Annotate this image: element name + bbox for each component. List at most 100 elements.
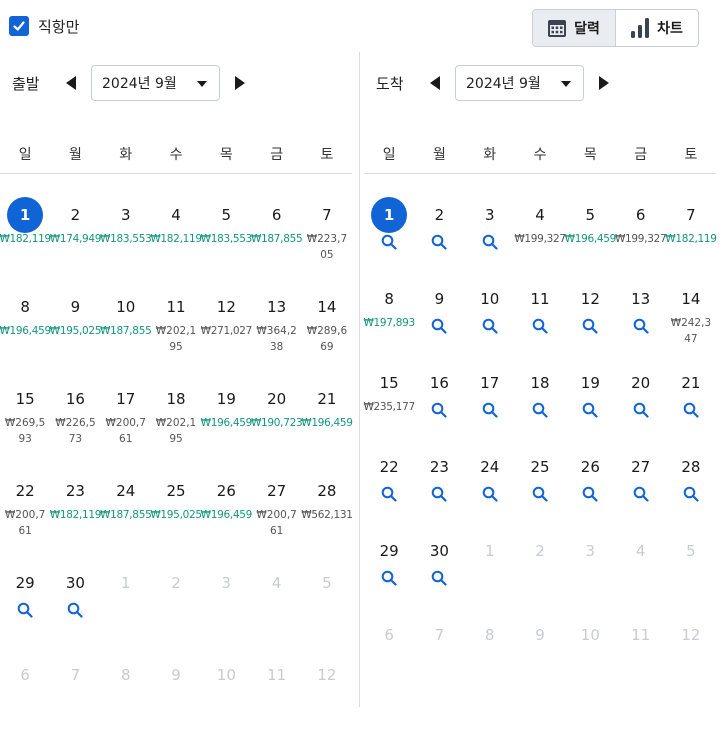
day-cell[interactable]: 24 ₩187,855 [100,473,152,565]
search-icon[interactable] [582,402,598,418]
day-cell[interactable]: 4 ₩199,327 [514,197,566,281]
day-cell[interactable]: 7 ₩182,119 [665,197,717,281]
search-icon[interactable] [482,402,498,418]
next-month-day-cell: 6 [0,657,50,749]
day-cell[interactable]: 5 ₩183,553 [201,197,253,289]
low-fare-price: ₩196,459 [200,509,253,521]
search-icon[interactable] [431,486,448,502]
prev-month-arrow-icon[interactable] [66,76,76,90]
day-cell[interactable]: 22 ₩200,761 [0,473,50,565]
day-cell[interactable]: 7 ₩223,705 [302,197,352,289]
search-icon[interactable] [633,318,649,334]
day-cell[interactable]: 10 [465,281,515,365]
direct-only-toggle[interactable]: 직항만 [9,16,79,36]
day-cell[interactable]: 10 ₩187,855 [100,289,152,381]
weekday-tue: 화 [119,147,133,163]
day-cell[interactable]: 14 ₩289,669 [302,289,352,381]
day-cell[interactable]: 20 [615,365,665,449]
day-cell[interactable]: 27 ₩200,761 [251,473,301,565]
search-icon[interactable] [17,602,33,618]
search-icon[interactable] [381,570,397,586]
search-icon[interactable] [67,602,84,618]
day-cell[interactable]: 15 ₩269,593 [0,381,50,473]
day-cell[interactable]: 27 [615,449,665,533]
next-month-arrow-icon[interactable] [235,76,245,90]
search-icon[interactable] [582,486,598,502]
day-cell[interactable]: 25 ₩195,025 [150,473,202,565]
day-cell[interactable]: 3 ₩183,553 [100,197,152,289]
search-icon[interactable] [482,486,498,502]
day-cell[interactable]: 6 ₩187,855 [251,197,303,289]
arrival-month-select[interactable]: 2024년 9월 [455,65,584,101]
day-cell[interactable]: 21 ₩196,459 [301,381,353,473]
next-month-arrow-icon[interactable] [599,76,609,90]
day-cell[interactable]: 3 [465,197,515,281]
day-cell[interactable]: 30 [50,565,100,657]
day-cell[interactable]: 15 ₩235,177 [363,365,415,449]
day-cell[interactable]: 29 [364,533,414,617]
search-icon[interactable] [532,318,548,334]
day-cell[interactable]: 21 [666,365,716,449]
search-icon[interactable] [431,402,448,418]
search-icon[interactable] [431,570,448,586]
day-cell[interactable]: 28 ₩562,131 [301,473,353,565]
search-icon[interactable] [482,234,498,250]
search-icon[interactable] [683,486,699,502]
day-cell[interactable]: 13 ₩364,238 [251,289,301,381]
day-cell[interactable]: 16 ₩226,573 [50,381,100,473]
search-icon[interactable] [482,318,498,334]
day-cell[interactable]: 5 ₩196,459 [565,197,617,281]
day-cell[interactable]: 17 ₩200,761 [101,381,151,473]
day-cell[interactable]: 2 [414,197,464,281]
day-cell[interactable]: 12 ₩271,027 [201,289,253,381]
search-icon[interactable] [633,402,649,418]
chart-view-button[interactable]: 차트 [616,10,698,46]
day-cell[interactable]: 28 [666,449,716,533]
search-icon[interactable] [381,234,397,250]
day-cell[interactable]: 13 [615,281,665,365]
departure-day-grid: 1 ₩182,119 2 ₩174,949 3 ₩183,553 4 ₩182,119 5 ₩18… [0,197,353,749]
day-cell[interactable]: 8 ₩197,893 [363,281,415,365]
search-icon[interactable] [582,318,598,334]
day-cell[interactable]: 14 ₩242,347 [666,281,716,365]
search-icon[interactable] [683,402,699,418]
day-cell[interactable]: 11 ₩202,195 [151,289,201,381]
day-cell[interactable]: 4 ₩182,119 [150,197,202,289]
day-cell[interactable]: 22 [364,449,414,533]
day-number: 12 [317,666,337,684]
day-cell[interactable]: 16 [414,365,464,449]
day-cell[interactable]: 17 [465,365,515,449]
day-cell[interactable]: 19 ₩196,459 [201,381,253,473]
day-cell[interactable]: 23 ₩182,119 [50,473,102,565]
direct-only-checkbox[interactable] [9,16,29,36]
day-cell[interactable]: 18 ₩202,195 [151,381,201,473]
day-cell[interactable]: 20 ₩190,723 [251,381,303,473]
day-cell[interactable]: 26 ₩196,459 [200,473,253,565]
day-cell[interactable]: 9 ₩195,025 [50,289,102,381]
search-icon[interactable] [532,402,548,418]
calendar-view-button[interactable]: 달력 [533,10,616,46]
day-cell[interactable]: 19 [565,365,615,449]
search-icon[interactable] [633,486,649,502]
departure-month-select[interactable]: 2024년 9월 [91,65,220,101]
search-icon[interactable] [431,318,448,334]
day-cell[interactable]: 2 ₩174,949 [50,197,102,289]
day-cell[interactable]: 25 [515,449,565,533]
prev-month-arrow-icon[interactable] [430,76,440,90]
day-cell[interactable]: 24 [465,449,515,533]
day-cell[interactable]: 30 [414,533,464,617]
day-cell[interactable]: 8 ₩196,459 [0,289,51,381]
search-icon[interactable] [532,486,548,502]
search-icon[interactable] [381,486,397,502]
day-cell[interactable]: 29 [0,565,50,657]
day-cell[interactable]: 18 [515,365,565,449]
day-cell[interactable]: 1 ₩182,119 [0,197,51,289]
day-cell[interactable]: 26 [565,449,615,533]
day-cell[interactable]: 9 [414,281,464,365]
day-cell[interactable]: 1 [364,197,414,281]
day-cell[interactable]: 23 [414,449,464,533]
day-cell[interactable]: 12 [565,281,615,365]
search-icon[interactable] [431,234,448,250]
day-cell[interactable]: 6 ₩199,327 [615,197,667,281]
day-cell[interactable]: 11 [515,281,565,365]
